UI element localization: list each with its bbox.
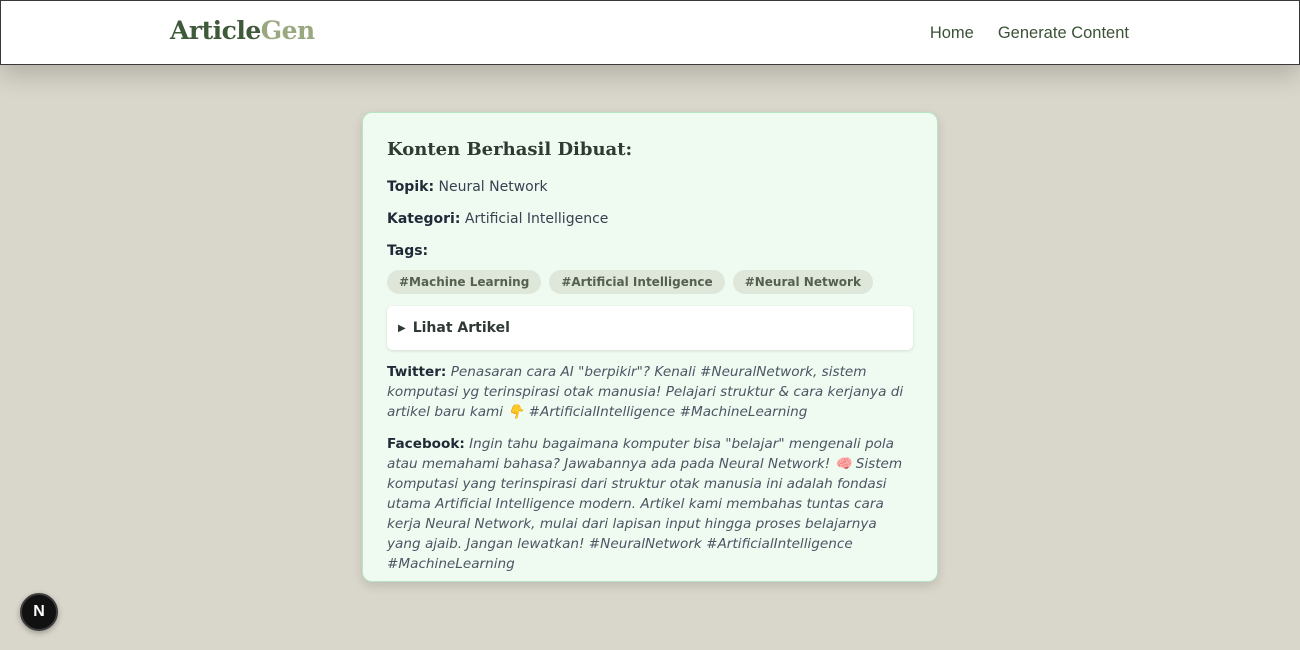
facebook-text: Ingin tahu bagaimana komputer bisa "bela… bbox=[387, 436, 903, 572]
brand-logo[interactable]: ArticleGen bbox=[170, 16, 315, 45]
facebook-post: Facebook: Ingin tahu bagaimana komputer … bbox=[387, 434, 913, 574]
brand-part-gen: Gen bbox=[260, 16, 315, 45]
topic-label: Topik: bbox=[387, 179, 435, 195]
nav-link-home[interactable]: Home bbox=[930, 24, 974, 43]
nav-link-generate-content[interactable]: Generate Content bbox=[998, 24, 1129, 43]
twitter-post: Twitter: Penasaran cara AI "berpikir"? K… bbox=[387, 362, 913, 422]
category-row: Kategori: Artificial Intelligence bbox=[387, 210, 913, 228]
nextjs-dev-indicator-icon[interactable]: N bbox=[20, 593, 58, 631]
nav-links: Home Generate Content bbox=[930, 24, 1129, 43]
view-article-toggle[interactable]: ▶ Lihat Artikel bbox=[387, 306, 913, 350]
category-label: Kategori: bbox=[387, 211, 461, 227]
topic-value: Neural Network bbox=[438, 179, 548, 195]
result-heading: Konten Berhasil Dibuat: bbox=[387, 139, 633, 160]
triangle-right-icon: ▶ bbox=[398, 322, 406, 334]
top-navbar: ArticleGen Home Generate Content bbox=[0, 0, 1300, 65]
tag-chip: #Machine Learning bbox=[387, 270, 542, 294]
facebook-label: Facebook: bbox=[387, 436, 465, 452]
tag-chip: #Neural Network bbox=[732, 270, 873, 294]
view-article-label: Lihat Artikel bbox=[412, 320, 510, 336]
tag-chip: #Artificial Intelligence bbox=[549, 270, 725, 294]
tags-label: Tags: bbox=[387, 243, 429, 259]
twitter-text: Penasaran cara AI "berpikir"? Kenali #Ne… bbox=[387, 364, 904, 420]
tag-list: #Machine Learning #Artificial Intelligen… bbox=[387, 270, 913, 294]
twitter-label: Twitter: bbox=[387, 364, 447, 380]
topic-row: Topik: Neural Network bbox=[387, 178, 913, 196]
brand-part-article: Article bbox=[170, 16, 261, 45]
tags-row: Tags: bbox=[387, 242, 913, 260]
category-value: Artificial Intelligence bbox=[464, 211, 609, 227]
result-card: Konten Berhasil Dibuat: Topik: Neural Ne… bbox=[362, 112, 938, 582]
